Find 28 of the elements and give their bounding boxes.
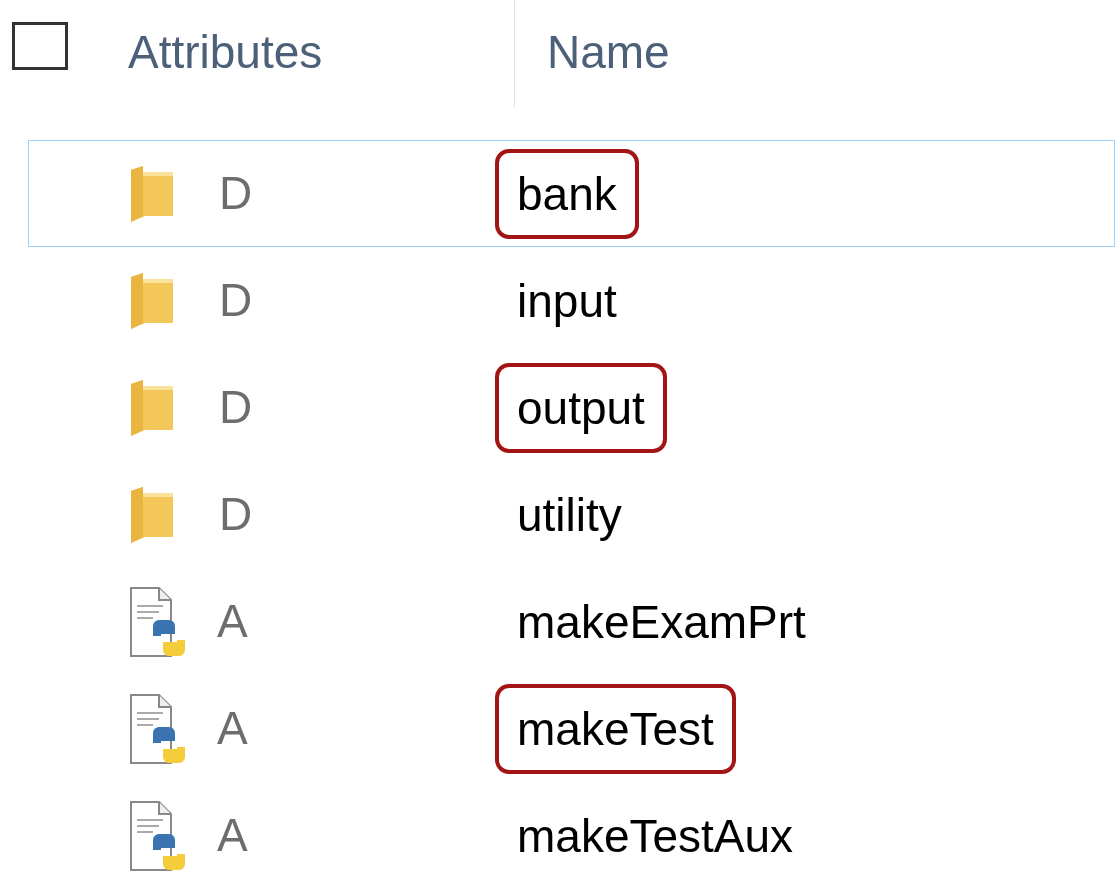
column-header[interactable]: Name: [547, 26, 670, 78]
attribute-text: A: [217, 594, 249, 649]
select-all-checkbox[interactable]: [12, 22, 68, 70]
highlighted-file-name[interactable]: output: [495, 362, 667, 453]
attribute-text: D: [218, 166, 254, 221]
highlighted-file-name[interactable]: bank: [495, 148, 639, 239]
highlighted-file-name[interactable]: makeTest: [495, 683, 736, 774]
file-row[interactable]: D input: [28, 247, 1115, 354]
file-name[interactable]: input: [495, 255, 639, 346]
attribute-text: D: [218, 273, 254, 328]
attribute-text: D: [218, 487, 254, 542]
file-row[interactable]: D utility: [28, 461, 1115, 568]
file-name[interactable]: makeTestAux: [495, 790, 816, 872]
attribute-text: A: [217, 701, 249, 756]
file-row[interactable]: D bank: [28, 140, 1115, 247]
attribute-text: D: [218, 380, 254, 435]
folder-icon: [129, 165, 175, 222]
folder-icon: [129, 379, 175, 436]
file-row[interactable]: A makeTest: [28, 675, 1115, 782]
folder-icon: [129, 486, 175, 543]
file-row[interactable]: A makeTestAux: [28, 782, 1115, 872]
attribute-text: A: [217, 808, 249, 863]
file-name[interactable]: makeExamPrt: [495, 576, 828, 667]
file-row[interactable]: A makeExamPrt: [28, 568, 1115, 675]
folder-icon: [129, 272, 175, 329]
file-row[interactable]: D output: [28, 354, 1115, 461]
file-name[interactable]: utility: [495, 469, 644, 560]
column-header[interactable]: Attributes: [128, 26, 323, 78]
